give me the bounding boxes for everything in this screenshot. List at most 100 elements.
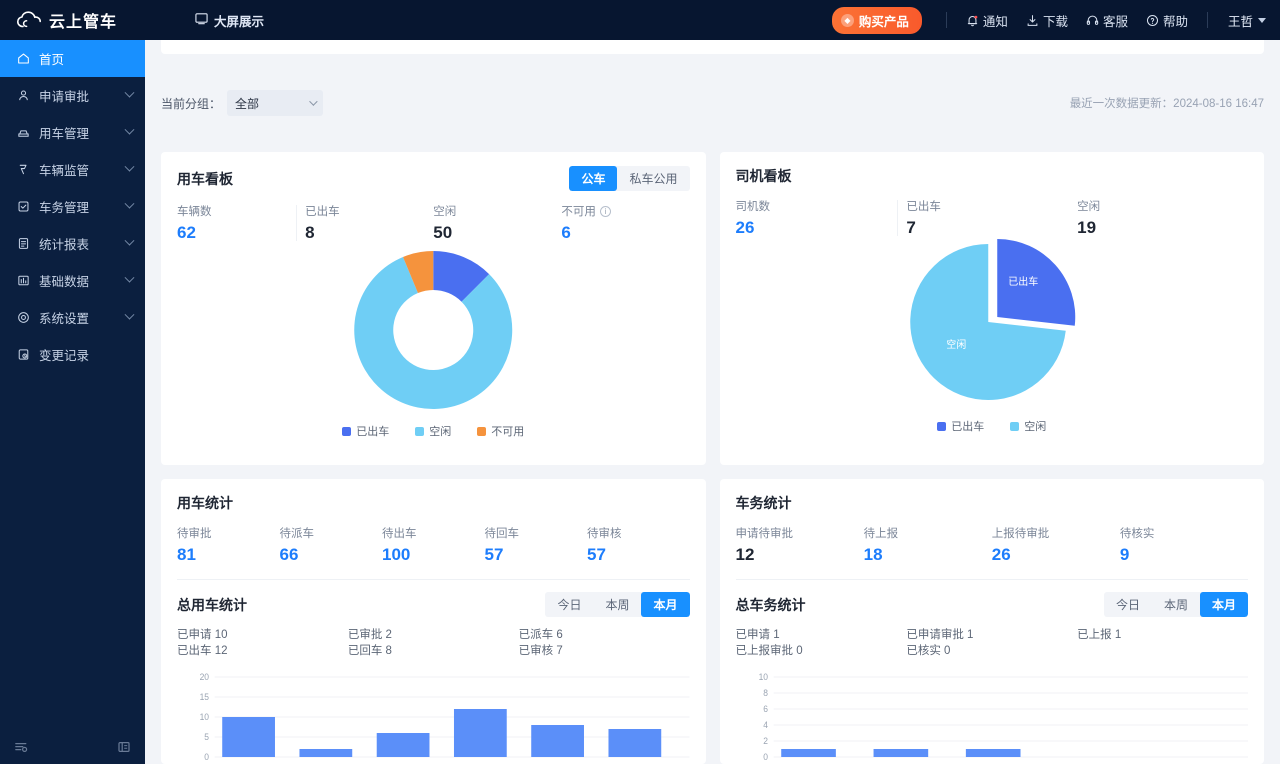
sidebar-item-vehicle-affairs[interactable]: 车务管理 <box>0 188 145 225</box>
help-button[interactable]: 帮助 <box>1137 11 1197 30</box>
kpi-label: 空闲 <box>433 206 457 218</box>
sub-card-title: 总车务统计 <box>735 596 806 613</box>
logo[interactable]: 云上管车 <box>0 8 145 32</box>
user-menu[interactable]: 王哲 <box>1228 11 1266 30</box>
monitor-car-icon <box>16 163 30 177</box>
question-circle-icon <box>1146 14 1159 27</box>
header-divider-1 <box>945 12 947 28</box>
pie-slice-label: 已出车 <box>1008 275 1038 288</box>
tab-month[interactable]: 本月 <box>1199 592 1248 617</box>
kpi-label: 已出车 <box>906 201 941 213</box>
stat-text: 已上报审批 0 <box>735 645 803 657</box>
affairs-stats-kpis: 申请待审批 12 待上报 18 上报待审批 26 待核实 9 <box>720 513 1265 565</box>
group-filter-label: 当前分组： <box>161 96 222 111</box>
collapse-icon[interactable] <box>117 740 131 759</box>
kpi-driver-count: 司机数 26 <box>736 198 907 238</box>
chevron-down-icon <box>124 309 135 320</box>
y-tick-label: 6 <box>763 704 768 714</box>
info-icon[interactable]: i <box>599 205 611 217</box>
filter-bar: 当前分组： 全部 最近一次数据更新：2024-08-16 16:47 <box>161 86 1264 120</box>
kpi-value: 81 <box>177 545 196 564</box>
total-affairs-bar-chart: 10 8 6 4 2 0 <box>720 659 1265 764</box>
tab-week[interactable]: 本周 <box>593 592 641 617</box>
legend-label: 空闲 <box>1024 421 1047 433</box>
sidebar-item-label: 用车管理 <box>39 127 90 141</box>
kpi-dispatched: 已出车 8 <box>305 203 433 243</box>
list-settings-icon[interactable] <box>14 740 28 759</box>
affairs-bar-svg: 10 8 6 4 2 0 <box>758 672 1248 764</box>
kpi-pending-dispatch: 待派车 66 <box>280 525 383 565</box>
kpi-pending-verification: 待核实 9 <box>1120 525 1248 565</box>
legend-swatch <box>342 426 352 436</box>
sidebar-item-base-data[interactable]: 基础数据 <box>0 262 145 299</box>
download-button[interactable]: 下载 <box>1017 11 1077 30</box>
kpi-value: 26 <box>991 545 1011 564</box>
bar <box>531 725 584 757</box>
bar-series <box>780 749 1021 757</box>
sidebar-item-home[interactable]: 首页 <box>0 40 145 77</box>
big-screen-display-link[interactable]: 大屏展示 <box>195 11 264 30</box>
vehicle-board-header: 用车看板 公车 私车公用 <box>161 152 706 191</box>
header-divider-2 <box>1206 12 1208 28</box>
tab-public-vehicle[interactable]: 公车 <box>569 166 618 191</box>
headset-icon <box>1086 14 1099 27</box>
buy-product-button[interactable]: ◆ 购买产品 <box>831 6 922 34</box>
kpi-vehicle-count: 车辆数 62 <box>177 203 305 243</box>
chevron-down-icon <box>124 198 135 209</box>
tab-today[interactable]: 今日 <box>1104 592 1152 617</box>
vehicle-stats-kpis: 待审批 81 待派车 66 待出车 100 待回车 57 待审核 57 <box>161 513 706 565</box>
dashboard-grid: 用车看板 公车 私车公用 车辆数 62 已出车 8 空闲 50 不可用 i 6 … <box>161 152 1264 764</box>
legend-item[interactable]: 空闲 <box>1010 418 1046 434</box>
database-icon <box>16 274 30 288</box>
kpi-label: 申请待审批 <box>735 528 794 540</box>
vehicle-type-toggle: 公车 私车公用 <box>569 166 690 191</box>
sidebar-item-change-log[interactable]: 变更记录 <box>0 336 145 373</box>
legend-item[interactable]: 空闲 <box>415 423 451 439</box>
kpi-value: 57 <box>484 545 504 564</box>
group-filter-select[interactable]: 全部 <box>227 90 324 116</box>
sidebar: 首页 申请审批 用车管理 车辆监管 车务管理 统计报表 基础数据 系统设置 变更… <box>0 40 145 764</box>
kpi-label: 上报待审批 <box>991 528 1050 540</box>
group-filter-value: 全部 <box>235 96 260 111</box>
driver-pie-svg: 已出车 空闲 <box>909 239 1075 400</box>
bar <box>376 733 430 757</box>
settings-icon <box>16 311 30 325</box>
kpi-value: 62 <box>177 223 196 242</box>
tab-today[interactable]: 今日 <box>545 592 593 617</box>
kpi-value: 100 <box>382 545 411 564</box>
cloud-icon <box>16 11 42 29</box>
notification-button[interactable]: 通知 <box>957 11 1017 30</box>
sidebar-item-vehicle-usage[interactable]: 用车管理 <box>0 114 145 151</box>
kpi-unavailable: 不可用 i 6 <box>561 203 689 243</box>
tab-month[interactable]: 本月 <box>641 592 690 617</box>
card-title: 司机看板 <box>735 168 792 184</box>
sidebar-item-label: 基础数据 <box>39 275 90 289</box>
y-tick-label: 10 <box>758 672 768 682</box>
chevron-down-icon <box>124 124 135 135</box>
sidebar-item-system-settings[interactable]: 系统设置 <box>0 299 145 336</box>
kpi-label: 车辆数 <box>177 206 212 218</box>
kpi-label: 不可用 i <box>561 203 689 219</box>
legend-item[interactable]: 不可用 <box>477 423 524 439</box>
sidebar-item-label: 车辆监管 <box>39 164 90 178</box>
kpi-value: 19 <box>1077 218 1097 237</box>
customer-service-button[interactable]: 客服 <box>1077 11 1137 30</box>
bar-series <box>222 709 662 757</box>
legend-item[interactable]: 已出车 <box>937 418 984 434</box>
sidebar-item-reports[interactable]: 统计报表 <box>0 225 145 262</box>
buy-product-label: 购买产品 <box>858 14 909 29</box>
sidebar-item-vehicle-supervision[interactable]: 车辆监管 <box>0 151 145 188</box>
sidebar-item-approval[interactable]: 申请审批 <box>0 77 145 114</box>
kpi-value: 50 <box>433 223 453 242</box>
period-toggle-vehicle: 今日 本周 本月 <box>545 592 690 617</box>
tab-week[interactable]: 本周 <box>1152 592 1200 617</box>
tab-private-vehicle[interactable]: 私车公用 <box>617 166 689 191</box>
legend-item[interactable]: 已出车 <box>342 423 389 439</box>
kpi-application-pending-approval: 申请待审批 12 <box>736 525 864 565</box>
bar <box>873 749 928 757</box>
notification-label: 通知 <box>982 14 1008 29</box>
vehicle-donut-legend: 已出车 空闲 不可用 <box>161 423 706 439</box>
stat-text: 已申请审批 1 <box>906 629 974 641</box>
report-icon <box>16 237 30 251</box>
kpi-label: 待核实 <box>1119 528 1155 540</box>
